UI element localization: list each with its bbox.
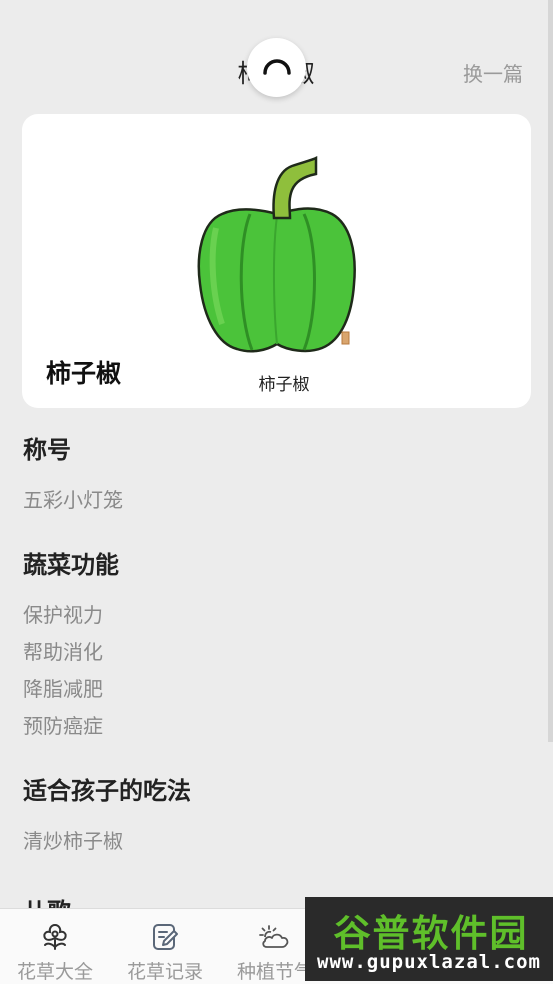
benefit-item: 帮助消化 (23, 640, 103, 664)
weather-cloud-icon (259, 925, 289, 948)
benefit-item: 降脂减肥 (23, 677, 103, 701)
benefit-item: 预防癌症 (23, 714, 103, 738)
vegetable-card: 柿子椒 柿子椒 (22, 114, 531, 408)
benefit-item: 保护视力 (23, 603, 103, 627)
vegetable-name: 柿子椒 (46, 359, 122, 388)
illustration-caption: 柿子椒 (259, 375, 310, 394)
nav-item-flower-records[interactable]: 花草记录 (110, 909, 220, 984)
section-title-kids-recipe: 适合孩子的吃法 (23, 777, 191, 805)
recipe-item: 清炒柿子椒 (23, 829, 123, 853)
nickname-text: 五彩小灯笼 (23, 488, 123, 512)
nav-label: 花草大全 (16, 961, 93, 983)
switch-article-button[interactable]: 换一篇 (463, 58, 523, 87)
scrollbar[interactable] (548, 0, 553, 742)
loading-spinner-icon (247, 38, 306, 97)
flower-icon (43, 923, 67, 950)
edit-note-icon (153, 924, 178, 950)
site-watermark: 谷普软件园 www.gupuxlazal.com (305, 897, 553, 981)
section-title-nickname: 称号 (23, 436, 71, 464)
content-area: 称号 五彩小灯笼 蔬菜功能 保护视力 帮助消化 降脂减肥 预防癌症 适合孩子的吃… (23, 432, 523, 930)
nav-label: 花草记录 (126, 961, 203, 983)
watermark-url: www.gupuxlazal.com (317, 951, 541, 973)
header: 柿子椒 换一篇 (0, 0, 553, 108)
section-title-benefits: 蔬菜功能 (23, 551, 119, 579)
nav-item-flower-encyclopedia[interactable]: 花草大全 (0, 909, 110, 984)
app-screen: 柿子椒 换一篇 柿子椒 柿子椒 称号 五彩小灯笼 蔬菜功能 (0, 0, 553, 984)
watermark-main: 谷普软件园 (333, 912, 529, 955)
bell-pepper-illustration: 柿子椒 (197, 155, 356, 394)
